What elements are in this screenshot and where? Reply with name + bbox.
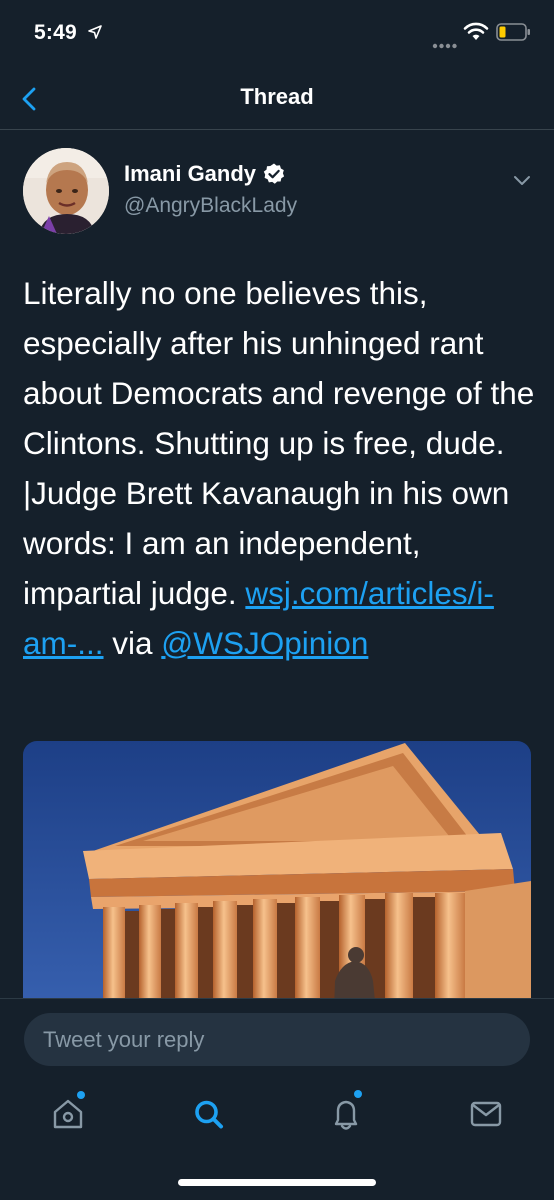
tweet-menu-button[interactable] [508,166,536,194]
author-name[interactable]: Imani Gandy [124,161,286,187]
home-indicator [178,1179,376,1186]
page-title: Thread [240,84,314,109]
tweet-via: via [103,625,162,661]
tweet-body: Literally no one believes this, especial… [23,275,535,611]
verified-badge-icon [262,162,286,186]
location-arrow-icon [88,25,102,44]
author-handle[interactable]: @AngryBlackLady [124,194,297,218]
search-icon [195,1100,223,1129]
avatar[interactable] [23,148,109,234]
battery-low-icon [496,22,532,47]
tweet-image[interactable] [23,741,531,1041]
tab-home[interactable] [38,1084,98,1144]
nav-bar: Thread [0,66,554,130]
signal-dots-icon [432,36,458,54]
chevron-down-icon [514,176,530,185]
reply-input[interactable] [24,1013,530,1066]
tweet-text: Literally no one believes this, especial… [23,268,538,668]
bell-icon [334,1090,362,1130]
tab-notifications[interactable] [316,1084,376,1144]
home-icon [53,1091,85,1129]
tab-search[interactable] [179,1084,239,1144]
author-name-text: Imani Gandy [124,161,257,186]
avatar-image [23,148,109,234]
supreme-court-image [23,741,531,1041]
wifi-icon [463,22,489,47]
tab-messages[interactable] [456,1084,516,1144]
mention-link[interactable]: @WSJOpinion [161,625,368,661]
mail-icon [470,1101,502,1127]
tab-bar [0,1084,554,1144]
status-bar: 5:49 [0,0,554,66]
status-time: 5:49 [34,21,77,44]
